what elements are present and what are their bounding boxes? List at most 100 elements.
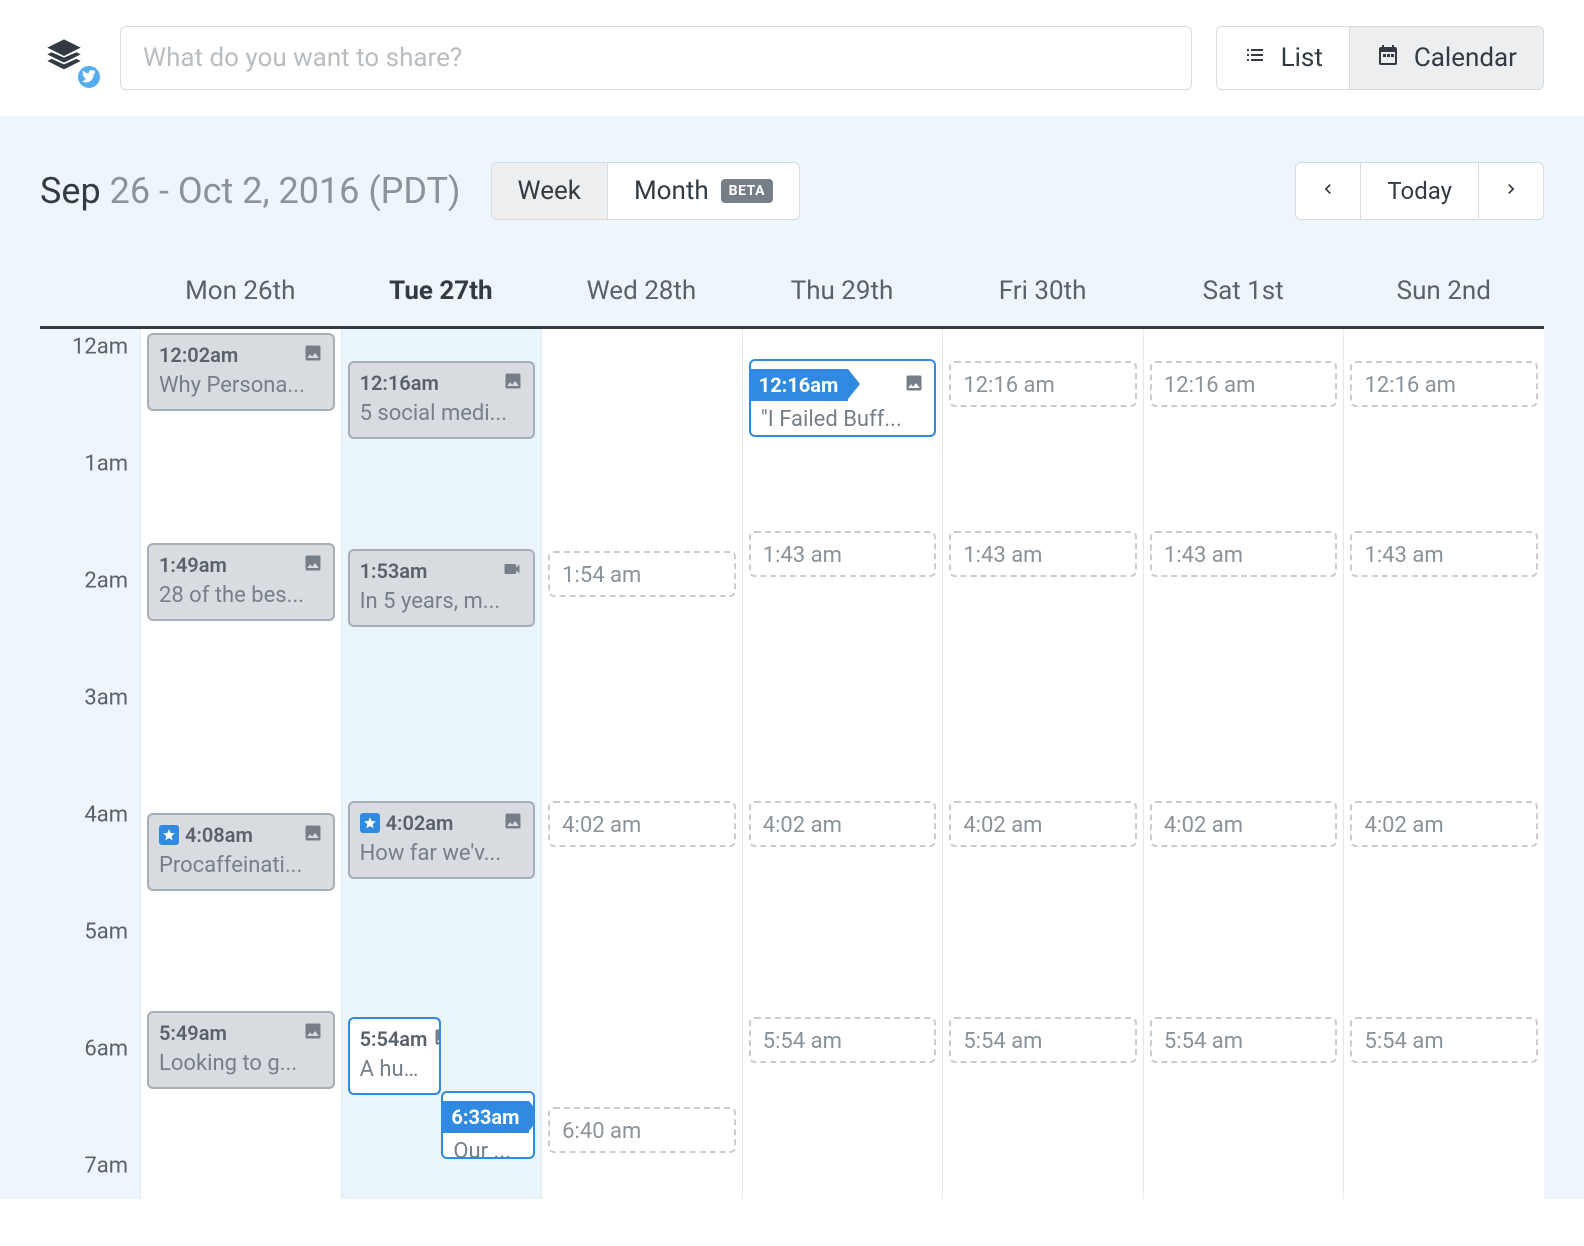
view-toggle: List Calendar bbox=[1216, 26, 1544, 90]
event-header: 12:16am bbox=[761, 369, 925, 401]
empty-slot[interactable]: 6:40 am bbox=[548, 1107, 736, 1153]
day-column[interactable]: 12:16 am 1:43 am 4:02 am 5:54 am bbox=[1143, 329, 1344, 1199]
empty-slot[interactable]: 1:54 am bbox=[548, 551, 736, 597]
empty-slot[interactable]: 5:54 am bbox=[1150, 1017, 1338, 1063]
image-icon bbox=[303, 553, 323, 577]
hour-label: 3am bbox=[84, 686, 128, 711]
video-icon bbox=[501, 559, 523, 583]
hour-label: 2am bbox=[84, 569, 128, 594]
composer-placeholder: What do you want to share? bbox=[143, 43, 462, 73]
event-header: 5:49am bbox=[159, 1021, 323, 1045]
empty-slot[interactable]: 5:54 am bbox=[1350, 1017, 1538, 1063]
event-title: A huge g bbox=[360, 1057, 430, 1082]
calendar-header: Sep 26 - Oct 2, 2016 (PDT) Week Month BE… bbox=[40, 162, 1544, 220]
empty-slot[interactable]: 4:02 am bbox=[548, 801, 736, 847]
week-button[interactable]: Week bbox=[492, 163, 607, 219]
event-time: 12:02am bbox=[159, 343, 238, 367]
day-column[interactable]: 12:16am 5 social medi... 1:53am In 5 years,… bbox=[341, 329, 542, 1199]
day-column[interactable]: 12:02am Why Persona... 1:49am28 of the bes… bbox=[140, 329, 341, 1199]
day-headers: Mon 26thTue 27thWed 28thThu 29thFri 30th… bbox=[40, 276, 1544, 329]
empty-slot[interactable]: 4:02 am bbox=[749, 801, 937, 847]
day-header: Wed 28th bbox=[541, 276, 742, 326]
calendar-label: Calendar bbox=[1414, 43, 1517, 73]
list-view-button[interactable]: List bbox=[1217, 27, 1349, 89]
empty-slot[interactable]: 4:02 am bbox=[949, 801, 1137, 847]
event-title: Looking to g... bbox=[159, 1051, 323, 1076]
beta-badge: BETA bbox=[721, 179, 773, 203]
today-button[interactable]: Today bbox=[1360, 163, 1478, 219]
event-header: 6:33am bbox=[453, 1101, 523, 1133]
image-icon bbox=[303, 823, 323, 847]
empty-slot[interactable]: 12:16 am bbox=[1150, 361, 1338, 407]
image-icon bbox=[303, 1021, 323, 1045]
empty-slot[interactable]: 5:54 am bbox=[749, 1017, 937, 1063]
day-column[interactable]: 1:54 am 4:02 am 6:40 am bbox=[541, 329, 742, 1199]
day-column[interactable]: 1:43 am 4:02 am 5:54 am 12:16am "I Failed Bu… bbox=[742, 329, 943, 1199]
calendar-event[interactable]: 6:33am Our ... bbox=[441, 1091, 535, 1159]
next-button[interactable] bbox=[1478, 163, 1543, 219]
hour-label: 6am bbox=[84, 1037, 128, 1062]
event-title: In 5 years, m... bbox=[360, 589, 524, 614]
empty-slot[interactable]: 1:43 am bbox=[949, 531, 1137, 577]
empty-slot[interactable]: 1:43 am bbox=[749, 531, 937, 577]
calendar-event[interactable]: 1:49am28 of the bes... bbox=[147, 543, 335, 621]
month-label: Month bbox=[634, 176, 709, 206]
event-time: 4:02am bbox=[386, 811, 454, 835]
event-title: Our ... bbox=[453, 1139, 523, 1159]
empty-slot[interactable]: 5:54 am bbox=[949, 1017, 1137, 1063]
period-toggle: Week Month BETA bbox=[491, 162, 800, 220]
calendar-event[interactable]: 12:02am Why Persona... bbox=[147, 333, 335, 411]
empty-slot[interactable]: 1:43 am bbox=[1150, 531, 1338, 577]
calendar-grid: Mon 26thTue 27thWed 28thThu 29thFri 30th… bbox=[40, 276, 1544, 1199]
composer-input[interactable]: What do you want to share? bbox=[120, 26, 1192, 90]
image-icon bbox=[433, 1027, 441, 1051]
hour-label: 1am bbox=[84, 452, 128, 477]
calendar-view-button[interactable]: Calendar bbox=[1349, 27, 1543, 89]
calendar-event[interactable]: 5:49am Looking to g... bbox=[147, 1011, 335, 1089]
date-range-rest: 26 - Oct 2, 2016 (PDT) bbox=[101, 170, 461, 212]
event-title: 5 social medi... bbox=[360, 401, 524, 426]
empty-slot[interactable]: 4:02 am bbox=[1350, 801, 1538, 847]
empty-slot[interactable]: 12:16 am bbox=[1350, 361, 1538, 407]
event-time-badge: 12:16am bbox=[749, 369, 849, 401]
day-columns: 12:02am Why Persona... 1:49am28 of the bes… bbox=[140, 329, 1544, 1199]
image-icon bbox=[503, 811, 523, 835]
calendar-event[interactable]: 5:54am A huge g bbox=[348, 1017, 442, 1095]
empty-slot[interactable]: 4:02 am bbox=[1150, 801, 1338, 847]
event-header: 4:02am bbox=[360, 811, 524, 835]
event-time: 12:16am bbox=[360, 371, 439, 395]
calendar-event[interactable]: 4:08amProcaffeinati... bbox=[147, 813, 335, 891]
event-time: 5:54am bbox=[360, 1027, 428, 1051]
day-header: Tue 27th bbox=[341, 276, 542, 326]
event-header: 4:08am bbox=[159, 823, 323, 847]
month-button[interactable]: Month BETA bbox=[607, 163, 799, 219]
prev-button[interactable] bbox=[1296, 163, 1360, 219]
event-header: 12:16am bbox=[360, 371, 524, 395]
calendar-main: Sep 26 - Oct 2, 2016 (PDT) Week Month BE… bbox=[0, 116, 1584, 1199]
day-column[interactable]: 12:16 am 1:43 am 4:02 am 5:54 am bbox=[942, 329, 1143, 1199]
calendar-event[interactable]: 1:53am In 5 years, m... bbox=[348, 549, 536, 627]
list-label: List bbox=[1281, 43, 1323, 73]
date-range-month: Sep bbox=[40, 170, 101, 212]
today-label: Today bbox=[1387, 177, 1452, 205]
event-time: 1:49am bbox=[159, 553, 227, 577]
app-logo[interactable] bbox=[44, 32, 96, 84]
event-title: "I Failed Buff... bbox=[761, 407, 925, 432]
chevron-right-icon bbox=[1501, 177, 1521, 205]
event-time: 1:53am bbox=[360, 559, 428, 583]
calendar-event[interactable]: 12:16am "I Failed Buff... bbox=[749, 359, 937, 437]
calendar-event[interactable]: 12:16am 5 social medi... bbox=[348, 361, 536, 439]
nav-group: Today bbox=[1295, 162, 1544, 220]
empty-slot[interactable]: 12:16 am bbox=[949, 361, 1137, 407]
calendar-event[interactable]: 4:02amHow far we'v... bbox=[348, 801, 536, 879]
calendar-icon bbox=[1376, 43, 1400, 74]
day-column[interactable]: 12:16 am 1:43 am 4:02 am 5:54 am bbox=[1343, 329, 1544, 1199]
hour-column: 12am1am2am3am4am5am6am7am bbox=[40, 329, 140, 1199]
empty-slot[interactable]: 1:43 am bbox=[1350, 531, 1538, 577]
event-title: Why Persona... bbox=[159, 373, 323, 398]
calendar-body: 12am1am2am3am4am5am6am7am 12:02amWhy Per… bbox=[40, 329, 1544, 1199]
event-header: 1:53am bbox=[360, 559, 524, 583]
hour-label: 12am bbox=[72, 335, 128, 360]
day-header: Thu 29th bbox=[742, 276, 943, 326]
event-time: 5:49am bbox=[159, 1021, 227, 1045]
